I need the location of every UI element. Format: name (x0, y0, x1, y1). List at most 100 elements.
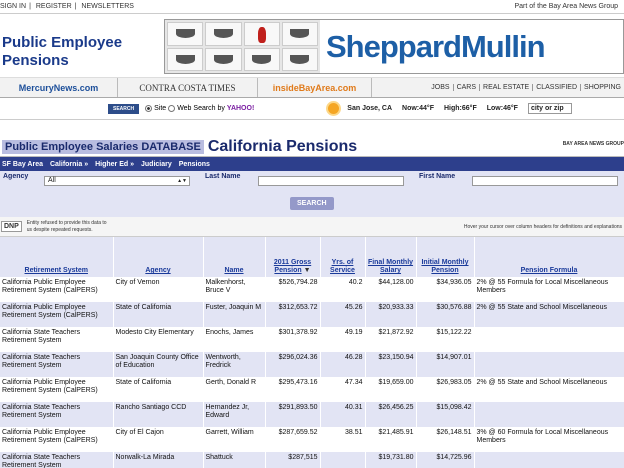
cell-agency: Modesto City Elementary (113, 327, 204, 352)
banner: Public Employee Pensions SheppardMullin (0, 14, 624, 78)
crumb-sf-bay-area[interactable]: SF Bay Area (2, 161, 43, 168)
cell-initial-monthly-pension: $14,725.96 (416, 452, 475, 468)
dnp-note-line2: us despite repeated requests. (26, 226, 93, 233)
cell-pension-formula (474, 452, 624, 468)
cell-agency: City of El Cajon (113, 427, 204, 452)
table-row: California Public Employee Retirement Sy… (0, 302, 624, 327)
crumb-judiciary[interactable]: Judiciary (141, 161, 172, 168)
cell-gross-pension: $295,473.16 (265, 377, 321, 402)
register-link[interactable]: REGISTER (36, 3, 72, 10)
cell-retirement-system: California Public Employee Retirement Sy… (0, 302, 114, 327)
cell-pension-formula: 2% @ 55 Formula for Local Miscellaneous … (474, 277, 624, 302)
cell-final-monthly-salary: $19,731.80 (365, 452, 417, 468)
classified-link[interactable]: CLASSIFIED (532, 84, 580, 91)
cell-initial-monthly-pension: $30,576.88 (416, 302, 475, 327)
link-separator: | (74, 3, 77, 10)
cell-initial-monthly-pension: $14,907.01 (416, 352, 475, 377)
site-search-button[interactable]: SEARCH (108, 103, 140, 114)
cell-name: Wentworth, Fredrick (203, 352, 266, 377)
first-name-input[interactable] (472, 176, 618, 186)
legend-bar: DNP Entity refused to provide this data … (0, 217, 624, 237)
table-row: California State Teachers Retirement Sys… (0, 402, 624, 427)
shopping-link[interactable]: SHOPPING (580, 84, 624, 91)
agency-select[interactable]: All ▲▼ (44, 176, 190, 186)
cell-gross-pension: $526,794.28 (265, 277, 321, 302)
advertisement-banner[interactable]: SheppardMullin (164, 19, 624, 74)
cars-link[interactable]: CARS (452, 84, 479, 91)
site-radio[interactable] (145, 105, 153, 112)
link-separator: | (29, 3, 31, 10)
cell-retirement-system: California State Teachers Retirement Sys… (0, 327, 114, 352)
top-utility-bar: SIGN IN | REGISTER | NEWSLETTERS Part of t… (0, 0, 624, 14)
tab-contra-costa-times[interactable]: CONTRA COSTA TIMES (118, 78, 258, 97)
site-title-line2: Pensions (2, 52, 69, 69)
table-row: California State Teachers Retirement Sys… (0, 327, 624, 352)
site-title[interactable]: Public Employee Pensions (0, 14, 160, 77)
header-retirement-system[interactable]: Retirement System (0, 237, 114, 277)
sort-down-icon: ▼ (303, 267, 311, 274)
tab-spacer (372, 78, 428, 97)
cell-final-monthly-salary: $23,150.94 (365, 352, 417, 377)
web-search-radio[interactable] (168, 105, 176, 112)
cell-name: Hernandez Jr, Edward (203, 402, 266, 427)
cell-years-of-service: 40.31 (320, 402, 366, 427)
section-links: JOBS CARS REAL ESTATE CLASSIFIED SHOPPIN… (428, 78, 624, 97)
header-final-monthly-salary[interactable]: Final Monthly Salary (365, 237, 417, 277)
last-name-input[interactable] (258, 176, 404, 186)
table-header-row: Retirement System Agency Name 2011 Gross… (0, 237, 624, 277)
header-initial-monthly-pension[interactable]: Initial Monthly Pension (416, 237, 475, 277)
header-agency[interactable]: Agency (113, 237, 204, 277)
cell-initial-monthly-pension: $15,098.42 (416, 402, 475, 427)
cell-name: Gerth, Donald R (203, 377, 266, 402)
cell-gross-pension: $312,653.72 (265, 302, 321, 327)
cell-pension-formula (474, 352, 624, 377)
city-zip-input[interactable]: city or zip (527, 103, 572, 114)
dnp-note: Entity refused to provide this data to u… (27, 220, 107, 234)
sign-in-link[interactable]: SIGN IN (0, 3, 26, 10)
cell-gross-pension: $287,659.52 (265, 427, 321, 452)
weather-low: Low:46°F (486, 105, 518, 112)
crumb-california[interactable]: California » (50, 161, 88, 168)
database-title: Public Employee Salaries DATABASE Califo… (0, 138, 357, 156)
pension-table: Retirement System Agency Name 2011 Gross… (0, 237, 624, 468)
crumb-higher-ed[interactable]: Higher Ed » (95, 161, 134, 168)
cell-name: Enochs, James (203, 327, 266, 352)
header-gross-pension[interactable]: 2011 Gross Pension ▼ (265, 237, 321, 277)
cell-retirement-system: California State Teachers Retirement Sys… (0, 452, 114, 468)
real-estate-link[interactable]: REAL ESTATE (479, 84, 532, 91)
table-row: California State Teachers Retirement Sys… (0, 452, 624, 468)
jobs-link[interactable]: JOBS (428, 84, 452, 91)
cell-initial-monthly-pension: $15,122.22 (416, 327, 475, 352)
cell-final-monthly-salary: $21,872.92 (365, 327, 417, 352)
crumb-pensions[interactable]: Pensions (179, 161, 210, 168)
tab-inside-bay-area[interactable]: insideBayArea.com (258, 78, 372, 97)
header-pension-formula[interactable]: Pension Formula (474, 237, 624, 277)
header-years-of-service[interactable]: Yrs. of Service (320, 237, 366, 277)
cell-agency: State of California (113, 302, 204, 327)
yahoo-logo: YAHOO! (226, 105, 255, 112)
ad-bowl-image (243, 47, 280, 71)
breadcrumb: SF Bay Area California » Higher Ed » Jud… (0, 157, 624, 171)
cell-final-monthly-salary: $19,659.00 (365, 377, 417, 402)
database-tag: Public Employee Salaries DATABASE (2, 140, 204, 154)
cell-initial-monthly-pension: $26,983.05 (416, 377, 475, 402)
cell-name: Malkenhorst, Bruce V (203, 277, 266, 302)
cell-retirement-system: California State Teachers Retirement Sys… (0, 402, 114, 427)
header-name[interactable]: Name (203, 237, 266, 277)
first-name-label: First Name (419, 173, 456, 180)
filter-search-button[interactable]: SEARCH (290, 197, 334, 210)
select-arrows-icon: ▲▼ (177, 178, 187, 184)
cell-gross-pension: $301,378.92 (265, 327, 321, 352)
ad-bowl-image (281, 47, 318, 71)
cell-agency: City of Vernon (113, 277, 204, 302)
cell-gross-pension: $287,515 (265, 452, 321, 468)
ad-bowl-image (167, 22, 204, 46)
weather-high: High:66°F (444, 105, 477, 112)
newsletters-link[interactable]: NEWSLETTERS (81, 3, 134, 10)
weather-city: San Jose, CA (347, 105, 393, 112)
cell-initial-monthly-pension: $26,148.51 (416, 427, 475, 452)
table-row: California Public Employee Retirement Sy… (0, 427, 624, 452)
tab-mercurynews[interactable]: MercuryNews.com (0, 78, 118, 97)
table-row: California Public Employee Retirement Sy… (0, 377, 624, 402)
